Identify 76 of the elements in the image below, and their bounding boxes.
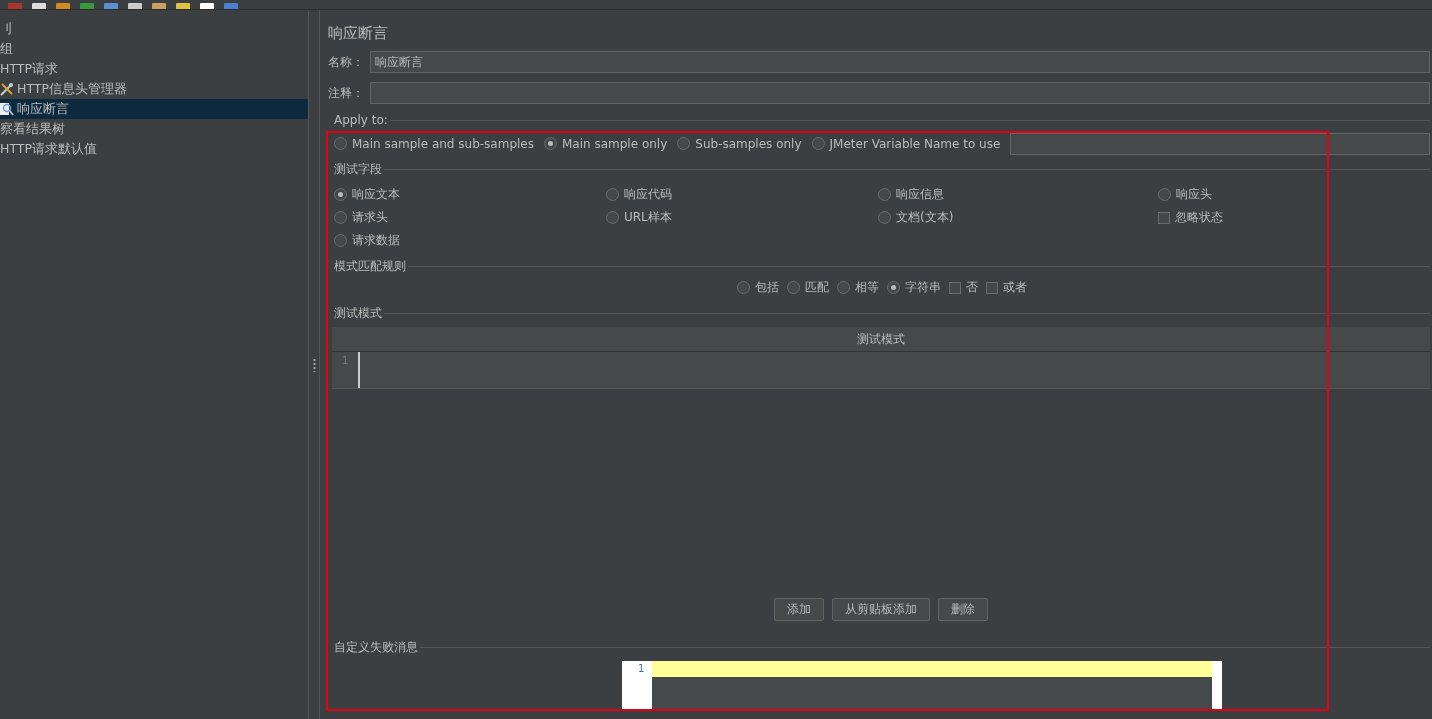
variable-name-field[interactable] [1010,132,1430,155]
tree-item[interactable]: 组 [0,39,308,59]
radio-button[interactable] [811,137,825,150]
toolbar-icon[interactable] [8,3,22,9]
toolbar-icon[interactable] [200,3,214,9]
toolbar-icon[interactable] [152,3,166,9]
group-title: 测试字段 [334,161,382,178]
text-cursor [358,352,360,388]
checkbox[interactable] [1158,211,1170,224]
magnifier-icon [0,102,14,116]
radio-button[interactable] [737,281,750,294]
option-label: 忽略状态 [1175,209,1223,226]
tools-icon [0,82,14,96]
option-label: 响应头 [1176,186,1212,203]
radio-button[interactable] [606,188,619,201]
radio-button[interactable] [334,211,347,224]
radio-button[interactable] [334,234,347,247]
tree-item[interactable]: HTTP请求默认值 [0,139,308,159]
panel-title: 响应断言 [328,24,389,43]
checkbox[interactable] [949,281,961,294]
option-label: Main sample only [562,136,668,151]
field-label: 名称： [328,53,364,71]
radio-button[interactable] [334,188,347,201]
group-title: 自定义失败消息 [334,639,418,656]
comment-field[interactable] [370,82,1430,104]
name-field[interactable]: 响应断言 [370,51,1430,73]
tree-item[interactable]: HTTP请求 [0,59,308,79]
column-header: 测试模式 [332,327,1430,352]
splitter-handle[interactable] [312,357,316,372]
field-label: 注释： [328,84,364,102]
option-label: 响应文本 [352,186,400,203]
toolbar-icon[interactable] [80,3,94,9]
radio-button[interactable] [878,188,891,201]
option-label: 响应信息 [896,186,944,203]
radio-button[interactable] [606,211,619,224]
toolbar-icon[interactable] [32,3,46,9]
radio-button[interactable] [837,281,850,294]
tree-item[interactable]: 察看结果树 [0,119,308,139]
action-button[interactable]: 删除 [938,598,988,621]
toolbar-icon[interactable] [224,3,238,9]
radio-button[interactable] [787,281,800,294]
toolbar-icon[interactable] [104,3,118,9]
option-label: 请求头 [352,209,388,226]
option-label: JMeter Variable Name to use [829,136,1001,151]
option-label: 响应代码 [624,186,672,203]
checkbox[interactable] [986,281,998,294]
group-title: Apply to: [334,113,388,127]
option-label: 或者 [1003,279,1027,296]
message-editor[interactable]: 1 [622,661,1222,709]
tree-item[interactable]: 刂 [0,19,308,39]
radio-button[interactable] [677,137,691,150]
radio-button[interactable] [887,281,900,294]
option-label: 包括 [755,279,779,296]
option-label: Sub-samples only [695,136,802,151]
radio-button[interactable] [1158,188,1171,201]
group-title: 模式匹配规则 [334,258,406,275]
option-label: 匹配 [805,279,829,296]
toolbar-icon[interactable] [128,3,142,9]
option-label: 文档(文本) [896,209,954,226]
option-label: URL样本 [624,209,672,226]
radio-button[interactable] [334,137,347,150]
radio-button[interactable] [544,137,557,150]
group-title: 测试模式 [334,305,382,322]
radio-button[interactable] [878,211,891,224]
line-number: 1 [637,662,646,676]
tree-item[interactable]: HTTP信息头管理器 [0,79,308,99]
action-button[interactable]: 从剪贴板添加 [832,598,930,621]
tree-item[interactable]: 响应断言 [0,99,308,119]
option-label: 相等 [855,279,879,296]
action-button[interactable]: 添加 [774,598,824,621]
option-label: 否 [966,279,978,296]
option-label: 请求数据 [352,232,400,249]
toolbar-icon[interactable] [56,3,70,9]
toolbar-icon[interactable] [176,3,190,9]
option-label: 字符串 [905,279,941,296]
option-label: Main sample and sub-samples [352,136,534,151]
